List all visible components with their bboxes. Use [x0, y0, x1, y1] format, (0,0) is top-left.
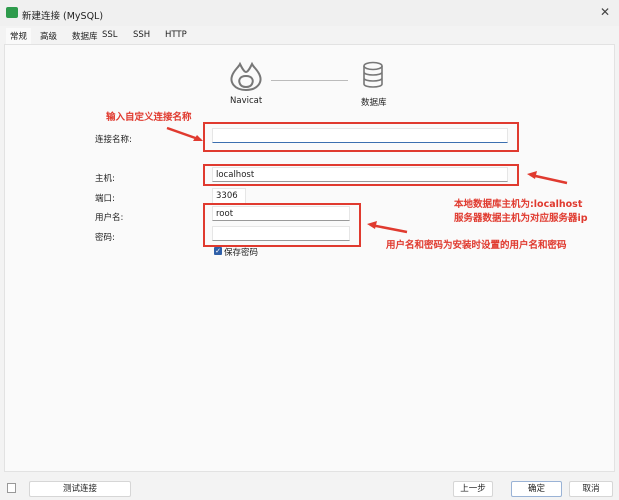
window-title: 新建连接 (MySQL)	[22, 11, 104, 22]
host-note-2: 服务器数据主机为对应服务器ip	[454, 213, 588, 224]
tab-advanced[interactable]: 高级	[40, 30, 57, 42]
cancel-button[interactable]: 取消	[569, 481, 613, 497]
username-label: 用户名:	[95, 213, 124, 223]
connection-name-note: 输入自定义连接名称	[106, 112, 192, 123]
save-password-label: 保存密码	[224, 248, 259, 258]
connection-name-input[interactable]	[212, 128, 508, 143]
host-label: 主机:	[95, 174, 115, 184]
connector-line	[271, 80, 348, 81]
panel-toggle-icon[interactable]	[7, 483, 16, 493]
port-label: 端口:	[95, 194, 115, 204]
general-panel	[4, 44, 615, 472]
tab-ssh[interactable]: SSH	[133, 30, 150, 40]
password-input[interactable]	[212, 226, 350, 241]
database-icon	[363, 61, 383, 88]
port-input[interactable]: 3306	[212, 188, 246, 203]
navicat-logo-icon	[230, 61, 262, 92]
arrow-icon	[166, 126, 203, 142]
host-input[interactable]: localhost	[212, 167, 508, 182]
arrow-icon	[367, 221, 408, 234]
database-label: 数据库	[361, 98, 387, 108]
connection-name-label: 连接名称:	[95, 135, 132, 145]
host-note-1: 本地数据库主机为:localhost	[454, 199, 583, 210]
credentials-note: 用户名和密码为安装时设置的用户名和密码	[386, 240, 567, 251]
close-icon[interactable]: ✕	[600, 5, 610, 19]
tab-database[interactable]: 数据库	[72, 30, 98, 42]
username-input[interactable]: root	[212, 206, 350, 221]
ok-button[interactable]: 确定	[511, 481, 562, 497]
tab-bar: 常规 高级 数据库 SSL SSH HTTP	[0, 28, 619, 44]
back-button[interactable]: 上一步	[453, 481, 493, 497]
save-password-checkbox[interactable]: ✓	[214, 247, 222, 255]
navicat-label: Navicat	[230, 96, 263, 106]
tab-http[interactable]: HTTP	[165, 30, 187, 40]
tab-ssl[interactable]: SSL	[102, 30, 118, 40]
arrow-icon	[527, 171, 568, 185]
tab-general[interactable]: 常规	[6, 28, 32, 44]
test-connection-button[interactable]: 测试连接	[29, 481, 131, 497]
navicat-app-icon	[6, 7, 18, 18]
password-label: 密码:	[95, 233, 115, 243]
